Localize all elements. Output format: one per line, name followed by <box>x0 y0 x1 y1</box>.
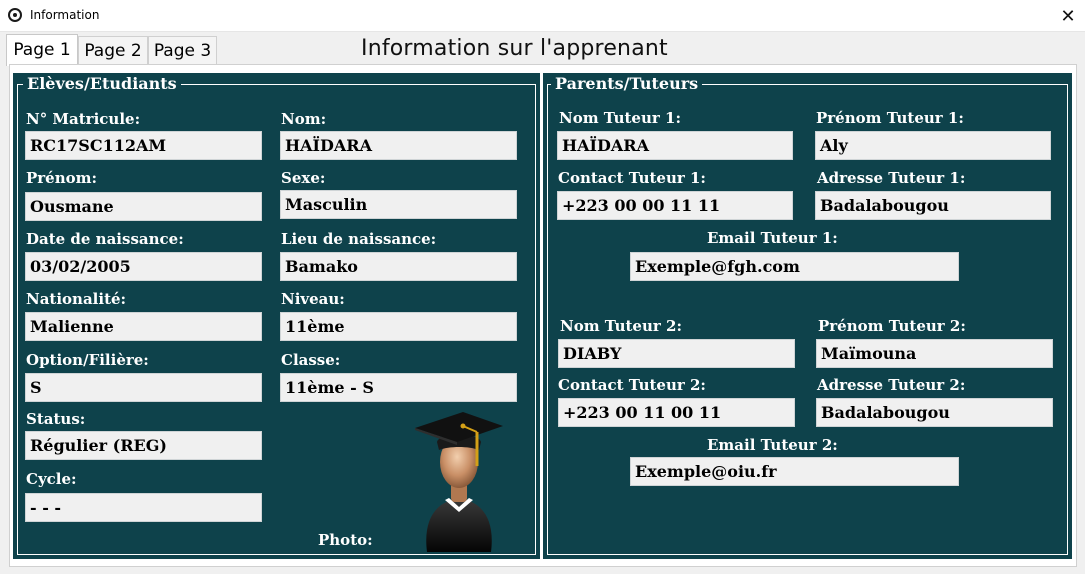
nom-tuteur1-field[interactable]: HAÏDARA <box>557 131 793 160</box>
classe-label: Classe: <box>281 351 341 369</box>
page-title: Information sur l'apprenant <box>361 36 668 61</box>
nom-label: Nom: <box>281 110 327 128</box>
nom-tuteur2-field[interactable]: DIABY <box>558 339 795 368</box>
adresse-tuteur2-field[interactable]: Badalabougou <box>816 398 1053 427</box>
tab-page-1[interactable]: Page 1 <box>6 34 78 66</box>
title-bar: Information ✕ <box>0 0 1085 32</box>
tab-page-2[interactable]: Page 2 <box>78 36 148 64</box>
students-legend: Elèves/Etudiants <box>23 75 181 93</box>
date-naissance-field[interactable]: 03/02/2005 <box>25 252 262 281</box>
email-tuteur1-field[interactable]: Exemple@fgh.com <box>630 252 959 281</box>
cycle-field[interactable]: - - - <box>25 493 262 522</box>
email-tuteur2-field[interactable]: Exemple@oiu.fr <box>630 457 959 486</box>
contact-tuteur2-field[interactable]: +223 00 11 00 11 <box>558 398 795 427</box>
nom-tuteur1-label: Nom Tuteur 1: <box>559 109 681 127</box>
nationalite-label: Nationalité: <box>26 290 127 308</box>
contact-tuteur1-field[interactable]: +223 00 00 11 11 <box>557 191 793 220</box>
tab-page-3[interactable]: Page 3 <box>148 36 217 64</box>
option-field[interactable]: S <box>25 373 262 402</box>
niveau-label: Niveau: <box>281 290 345 308</box>
close-icon[interactable]: ✕ <box>1054 3 1082 29</box>
matricule-label: N° Matricule: <box>26 110 141 128</box>
niveau-field[interactable]: 11ème <box>280 312 517 341</box>
sexe-label: Sexe: <box>281 169 326 187</box>
matricule-field[interactable]: RC17SC112AM <box>25 131 262 160</box>
prenom-field[interactable]: Ousmane <box>25 192 262 221</box>
contact-tuteur1-label: Contact Tuteur 1: <box>558 169 706 187</box>
photo-label: Photo: <box>318 531 373 549</box>
sexe-field[interactable]: Masculin <box>280 190 517 219</box>
adresse-tuteur1-field[interactable]: Badalabougou <box>815 191 1051 220</box>
option-label: Option/Filière: <box>26 351 149 369</box>
prenom-tuteur2-label: Prénom Tuteur 2: <box>818 317 966 335</box>
nom-field[interactable]: HAÏDARA <box>280 131 517 160</box>
status-label: Status: <box>26 410 86 428</box>
date-naissance-label: Date de naissance: <box>26 230 184 248</box>
prenom-label: Prénom: <box>26 169 98 187</box>
email-tuteur1-label: Email Tuteur 1: <box>707 229 838 247</box>
status-field[interactable]: Régulier (REG) <box>25 431 262 460</box>
nationalite-field[interactable]: Malienne <box>25 312 262 341</box>
lieu-naissance-field[interactable]: Bamako <box>280 252 517 281</box>
contact-tuteur2-label: Contact Tuteur 2: <box>558 376 706 394</box>
adresse-tuteur1-label: Adresse Tuteur 1: <box>817 169 966 187</box>
group-divider <box>540 73 543 559</box>
parents-legend: Parents/Tuteurs <box>551 75 703 93</box>
nom-tuteur2-label: Nom Tuteur 2: <box>560 317 682 335</box>
prenom-tuteur1-label: Prénom Tuteur 1: <box>816 109 964 127</box>
prenom-tuteur2-field[interactable]: Maïmouna <box>816 339 1053 368</box>
graduate-avatar-icon[interactable] <box>413 408 505 552</box>
app-logo-icon <box>8 8 22 22</box>
window-title: Information <box>30 8 100 22</box>
prenom-tuteur1-field[interactable]: Aly <box>815 131 1051 160</box>
classe-field[interactable]: 11ème - S <box>280 373 517 402</box>
cycle-label: Cycle: <box>26 470 77 488</box>
email-tuteur2-label: Email Tuteur 2: <box>707 436 838 454</box>
lieu-naissance-label: Lieu de naissance: <box>281 230 437 248</box>
adresse-tuteur2-label: Adresse Tuteur 2: <box>817 376 966 394</box>
